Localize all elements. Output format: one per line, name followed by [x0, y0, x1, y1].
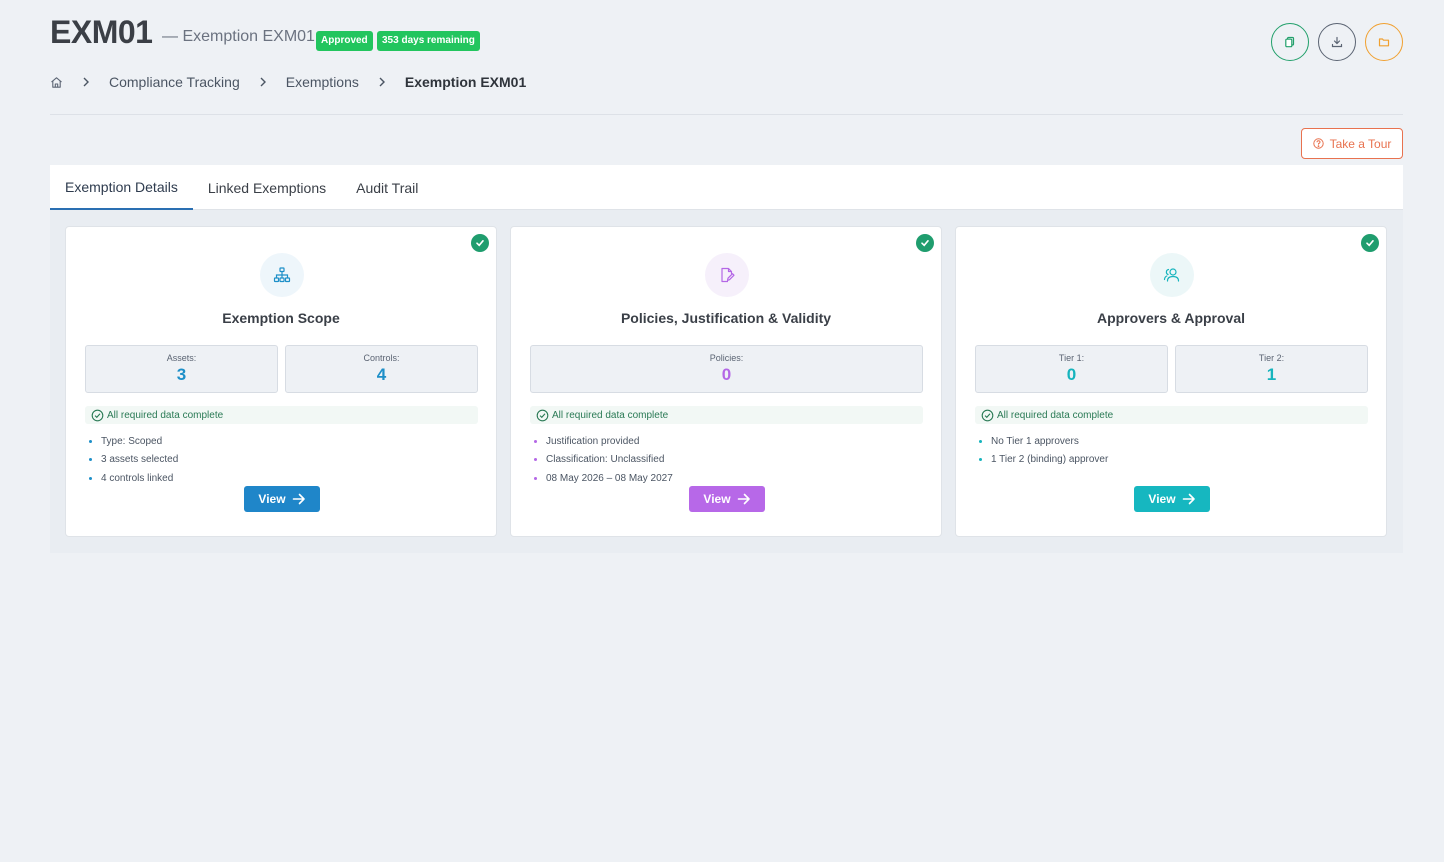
status-badge: Approved [316, 31, 373, 51]
completion-status: All required data complete [530, 406, 923, 424]
view-button-label: View [258, 492, 286, 506]
chevron-right-icon [259, 77, 267, 87]
card-bullet-list: Type: Scoped 3 assets selected 4 control… [89, 432, 178, 488]
tier1-stat: Tier 1: 0 [975, 345, 1168, 393]
stat-value: 0 [721, 365, 732, 384]
stat-value: 4 [376, 365, 387, 384]
download-icon [1331, 36, 1343, 48]
completion-status-text: All required data complete [552, 409, 669, 421]
tab-exemption-details[interactable]: Exemption Details [50, 165, 193, 210]
hierarchy-icon [260, 253, 304, 297]
stat-value: 1 [1266, 365, 1277, 384]
check-circle-icon [1361, 234, 1379, 252]
chevron-right-icon [82, 77, 90, 87]
stat-label: Tier 2: [1258, 353, 1285, 363]
list-item: Classification: Unclassified [534, 451, 673, 470]
breadcrumb: Compliance Tracking Exemptions Exemption… [50, 72, 526, 92]
card-bullet-list: Justification provided Classification: U… [534, 432, 673, 488]
arrow-right-icon [737, 493, 750, 505]
list-item: 1 Tier 2 (binding) approver [979, 451, 1108, 470]
check-circle-outline-icon [981, 409, 994, 421]
chevron-right-icon [378, 77, 386, 87]
view-policies-button[interactable]: View [689, 486, 765, 512]
stat-label: Assets: [166, 353, 197, 363]
list-item: 4 controls linked [89, 469, 178, 488]
stat-value: 3 [176, 365, 187, 384]
card-title: Approvers & Approval [1096, 310, 1246, 326]
folder-button[interactable] [1365, 23, 1403, 61]
check-circle-icon [471, 234, 489, 252]
card-title: Policies, Justification & Validity [620, 310, 832, 326]
view-exemption-scope-button[interactable]: View [244, 486, 320, 512]
completion-status-text: All required data complete [107, 409, 224, 421]
policies-stat: Policies: 0 [530, 345, 923, 393]
completion-status-text: All required data complete [997, 409, 1114, 421]
check-circle-outline-icon [91, 409, 104, 421]
tab-audit-trail[interactable]: Audit Trail [341, 165, 433, 210]
tab-linked-exemptions[interactable]: Linked Exemptions [193, 165, 341, 210]
tab-bar: Exemption Details Linked Exemptions Audi… [50, 165, 1403, 210]
take-a-tour-button[interactable]: Take a Tour [1301, 128, 1403, 159]
list-item: 08 May 2026 – 08 May 2027 [534, 469, 673, 488]
home-icon[interactable] [50, 76, 63, 89]
approvers-approval-card: Approvers & Approval Tier 1: 0 Tier 2: 1… [955, 226, 1387, 537]
users-icon [1150, 253, 1194, 297]
assets-stat: Assets: 3 [85, 345, 278, 393]
days-remaining-badge: 353 days remaining [377, 31, 480, 51]
completion-status: All required data complete [975, 406, 1368, 424]
stat-label: Policies: [709, 353, 744, 363]
card-bullet-list: No Tier 1 approvers 1 Tier 2 (binding) a… [979, 432, 1108, 469]
page-title: EXM01 [50, 14, 153, 50]
policies-justification-card: Policies, Justification & Validity Polic… [510, 226, 942, 537]
check-circle-icon [916, 234, 934, 252]
arrow-right-icon [1182, 493, 1195, 505]
view-approvers-button[interactable]: View [1134, 486, 1210, 512]
list-item: Justification provided [534, 432, 673, 451]
arrow-right-icon [292, 493, 305, 505]
breadcrumb-exemptions[interactable]: Exemptions [286, 74, 359, 90]
list-item: No Tier 1 approvers [979, 432, 1108, 451]
breadcrumb-compliance-tracking[interactable]: Compliance Tracking [109, 74, 240, 90]
page-header: EXM01 — Exemption EXM01 Approved 353 day… [50, 14, 1403, 64]
card-title: Exemption Scope [222, 310, 340, 326]
view-button-label: View [1148, 492, 1176, 506]
check-circle-outline-icon [536, 409, 549, 421]
document-edit-icon [705, 253, 749, 297]
stat-value: 0 [1066, 365, 1077, 384]
breadcrumb-current: Exemption EXM01 [404, 74, 527, 90]
copy-icon [1285, 36, 1295, 48]
download-button[interactable] [1318, 23, 1356, 61]
list-item: Type: Scoped [89, 432, 178, 451]
page-subtitle: — Exemption EXM01 [162, 28, 315, 45]
tier2-stat: Tier 2: 1 [1175, 345, 1368, 393]
stat-label: Controls: [363, 353, 400, 363]
list-item: 3 assets selected [89, 451, 178, 470]
completion-status: All required data complete [85, 406, 478, 424]
stat-label: Tier 1: [1058, 353, 1085, 363]
header-divider [50, 114, 1403, 115]
help-circle-icon [1312, 138, 1324, 149]
take-a-tour-label: Take a Tour [1329, 136, 1392, 151]
folder-icon [1378, 38, 1390, 47]
copy-button[interactable] [1271, 23, 1309, 61]
exemption-scope-card: Exemption Scope Assets: 3 Controls: 4 Al… [65, 226, 497, 537]
view-button-label: View [703, 492, 731, 506]
controls-stat: Controls: 4 [285, 345, 478, 393]
